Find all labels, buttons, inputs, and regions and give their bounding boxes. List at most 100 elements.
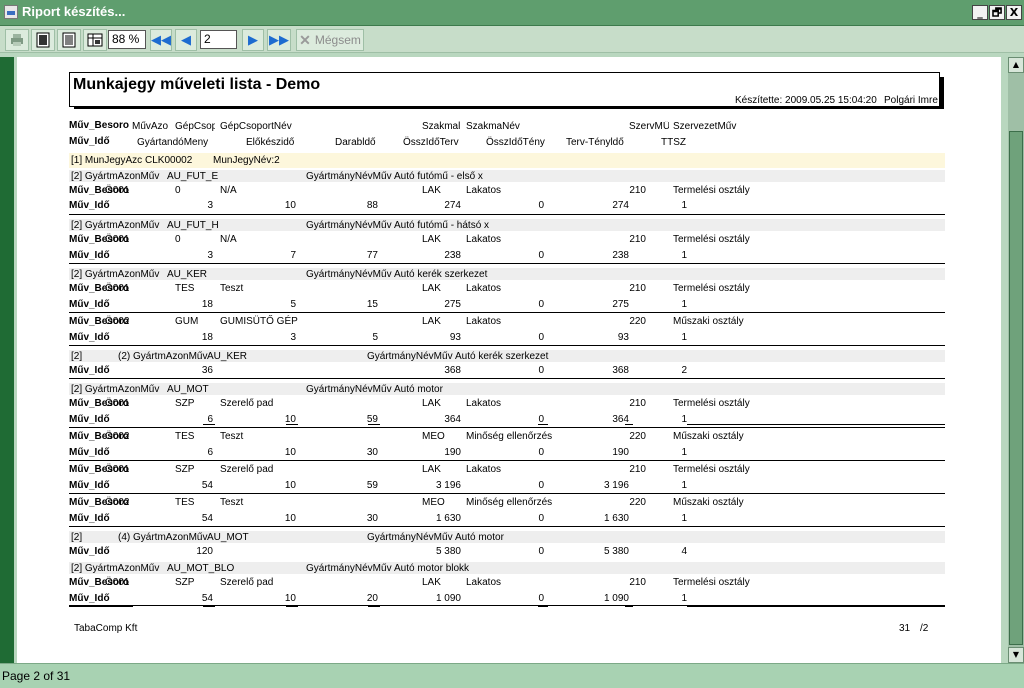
unit-time: 59: [366, 480, 378, 491]
trade-name: Lakatos: [466, 185, 502, 196]
ttsz-value: 1: [681, 593, 687, 604]
operation-id: Ö002: [105, 497, 130, 508]
footer-company: TabaComp Kft: [74, 623, 138, 634]
restore-button[interactable]: 🗗: [989, 5, 1005, 20]
first-page-icon: ◀◀: [151, 32, 171, 48]
previous-page-icon: ◀: [181, 32, 191, 48]
trade-name: Lakatos: [466, 316, 502, 327]
planned-quantity: 18: [201, 332, 213, 343]
planned-quantity: 54: [201, 593, 213, 604]
org-name: Műszaki osztály: [673, 497, 744, 508]
org-code: 210: [629, 577, 646, 588]
machine-group-name: Szerelő pad: [220, 398, 274, 409]
previous-page-button[interactable]: ◀: [175, 29, 197, 51]
report-toolbar: 88 % ◀◀ ◀ 2 ▶ ▶▶ ✕ Mégsem: [0, 26, 1024, 53]
machine-group: TES: [175, 497, 195, 508]
scroll-up-arrow-icon[interactable]: ▲: [1008, 57, 1024, 73]
plan-actual-diff: 5 380: [603, 546, 629, 557]
underline: [687, 424, 945, 425]
print-button[interactable]: [5, 29, 29, 51]
trade-code: LAK: [422, 464, 441, 475]
org-name: Termelési osztály: [673, 398, 750, 409]
total-actual-time: 0: [538, 480, 544, 491]
machine-group: GUM: [175, 316, 199, 327]
unit-time: 30: [366, 513, 378, 524]
group1-band: [69, 153, 945, 168]
separator-line: [69, 493, 945, 494]
group-label: [2]: [71, 532, 83, 543]
planned-quantity: 18: [201, 299, 213, 310]
row-label: Műv_Idő: [69, 365, 110, 376]
prep-time: 10: [284, 200, 296, 211]
unit-time: 30: [366, 447, 378, 458]
scroll-thumb[interactable]: [1009, 131, 1023, 645]
window-title-bar: Riport készítés... _ 🗗 X: [0, 0, 1024, 26]
plan-actual-diff: 364: [612, 414, 629, 425]
page-number-field[interactable]: 2: [200, 30, 237, 49]
prep-time: 10: [284, 513, 296, 524]
org-name: Műszaki osztály: [673, 431, 744, 442]
col-header-ttsz: TTSZ: [661, 137, 686, 148]
unit-time: 88: [366, 200, 378, 211]
viewer-left-margin: [0, 57, 14, 663]
unit-time: 5: [372, 332, 378, 343]
machine-group: 0: [175, 234, 181, 245]
underline: [203, 606, 215, 607]
underline: [538, 424, 548, 425]
group-product-id: AU_FUT_H: [167, 220, 219, 231]
single-page-view-button[interactable]: [31, 29, 55, 51]
machine-group-name: GUMISÜTŐ GÉP: [220, 316, 298, 327]
group-product-id: AU_MOT: [207, 532, 249, 543]
group-product-name: Autó motor: [455, 532, 504, 543]
zoom-field[interactable]: 88 %: [108, 30, 146, 49]
ttsz-value: 1: [681, 447, 687, 458]
total-actual-time: 0: [538, 332, 544, 343]
trade-name: Minőség ellenőrzés: [466, 431, 553, 442]
org-name: Műszaki osztály: [673, 316, 744, 327]
ttsz-value: 1: [681, 480, 687, 491]
next-page-button[interactable]: ▶: [242, 29, 264, 51]
group-label: [2] GyártmAzonMűv: [71, 384, 160, 395]
separator-line: [69, 312, 945, 313]
two-page-view-button[interactable]: [57, 29, 81, 51]
operation-id: Ö002: [105, 316, 130, 327]
total-planned-time: 238: [444, 250, 461, 261]
scroll-down-arrow-icon[interactable]: ▼: [1008, 647, 1024, 663]
total-planned-time: 1 630: [435, 513, 461, 524]
operation-id: Ö001: [105, 398, 130, 409]
prep-time: 7: [290, 250, 296, 261]
last-page-button[interactable]: ▶▶: [267, 29, 291, 51]
page-width-view-button[interactable]: [83, 29, 107, 51]
window-title: Riport készítés...: [22, 4, 126, 19]
minimize-button[interactable]: _: [972, 5, 988, 20]
plan-actual-diff: 238: [612, 250, 629, 261]
plan-actual-diff: 1 090: [603, 593, 629, 604]
unit-time: 15: [366, 299, 378, 310]
total-actual-time: 0: [538, 546, 544, 557]
first-page-button[interactable]: ◀◀: [150, 29, 172, 51]
operation-id: Ö001: [105, 234, 130, 245]
machine-group: SZP: [175, 398, 195, 409]
col-header-muv-besoro: Műv_Besoro: [69, 120, 130, 131]
status-bar: Page 2 of 31: [0, 663, 1024, 688]
ttsz-value: 2: [681, 365, 687, 376]
group-product-name: Autó motor blokk: [394, 563, 470, 574]
total-planned-time: 364: [444, 414, 461, 425]
planned-quantity: 3: [207, 200, 213, 211]
footer-page-total: /2: [920, 623, 929, 634]
underline: [203, 424, 215, 425]
separator-line: [69, 263, 945, 264]
col-header-gyartando-meny: GyártandóMeny: [137, 137, 209, 148]
close-button[interactable]: X: [1006, 5, 1022, 20]
prep-time: 5: [290, 299, 296, 310]
machine-group-name: Teszt: [220, 283, 244, 294]
last-page-icon: ▶▶: [269, 32, 289, 48]
org-code: 210: [629, 398, 646, 409]
row-label: Műv_Idő: [69, 414, 110, 425]
prep-time: 10: [284, 593, 296, 604]
vertical-scrollbar[interactable]: ▲ ▼: [1008, 57, 1024, 663]
cancel-button[interactable]: ✕ Mégsem: [296, 29, 364, 51]
total-planned-time: 3 196: [435, 480, 461, 491]
total-planned-time: 368: [444, 365, 461, 376]
group-name-label: GyártmányNévMűv: [306, 384, 392, 395]
